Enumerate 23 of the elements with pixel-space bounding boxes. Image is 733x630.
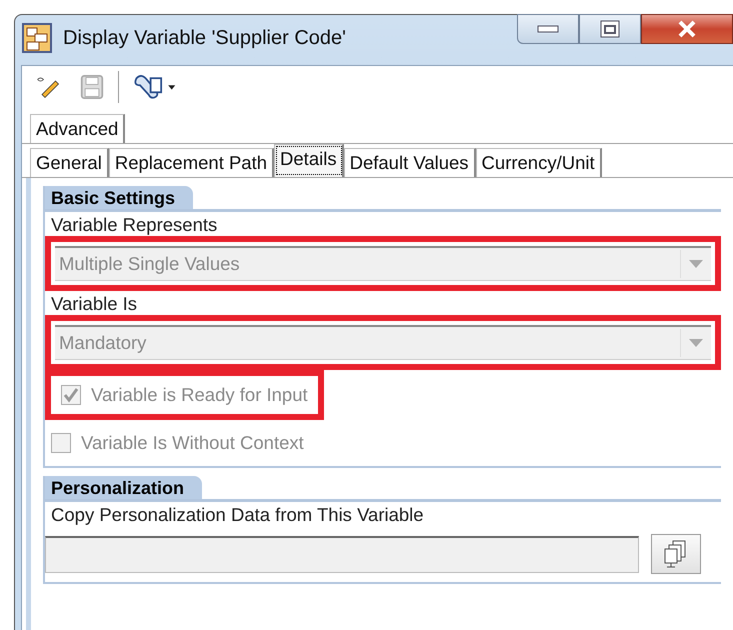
dropdown-arrow-icon <box>689 260 703 268</box>
checkbox-label: Variable Is Without Context <box>81 432 304 454</box>
tab[interactable]: Advanced <box>30 114 126 143</box>
tab[interactable]: General <box>30 148 109 177</box>
close-button[interactable] <box>641 14 733 44</box>
field-label: Variable Represents <box>50 213 218 236</box>
tab[interactable]: Currency/Unit <box>476 148 602 177</box>
minimize-icon <box>537 25 559 33</box>
section-title: Basic Settings <box>45 186 194 209</box>
field-label: Copy Personalization Data from This Variable <box>50 503 425 526</box>
maximize-icon <box>600 20 620 38</box>
window-title: Display Variable 'Supplier Code' <box>63 26 347 50</box>
close-icon <box>677 20 697 38</box>
dropdown-arrow-icon <box>689 339 703 347</box>
field-label: Variable Is <box>50 292 138 315</box>
app-icon <box>21 22 53 54</box>
tab[interactable]: Details <box>274 144 344 177</box>
checkbox-label: Variable is Ready for Input <box>91 384 308 406</box>
maximize-button[interactable] <box>579 14 641 44</box>
minimize-button[interactable] <box>517 14 579 44</box>
tab[interactable]: Default Values <box>344 148 476 177</box>
section-title: Personalization <box>45 476 202 499</box>
tab[interactable]: Replacement Path <box>108 148 274 177</box>
